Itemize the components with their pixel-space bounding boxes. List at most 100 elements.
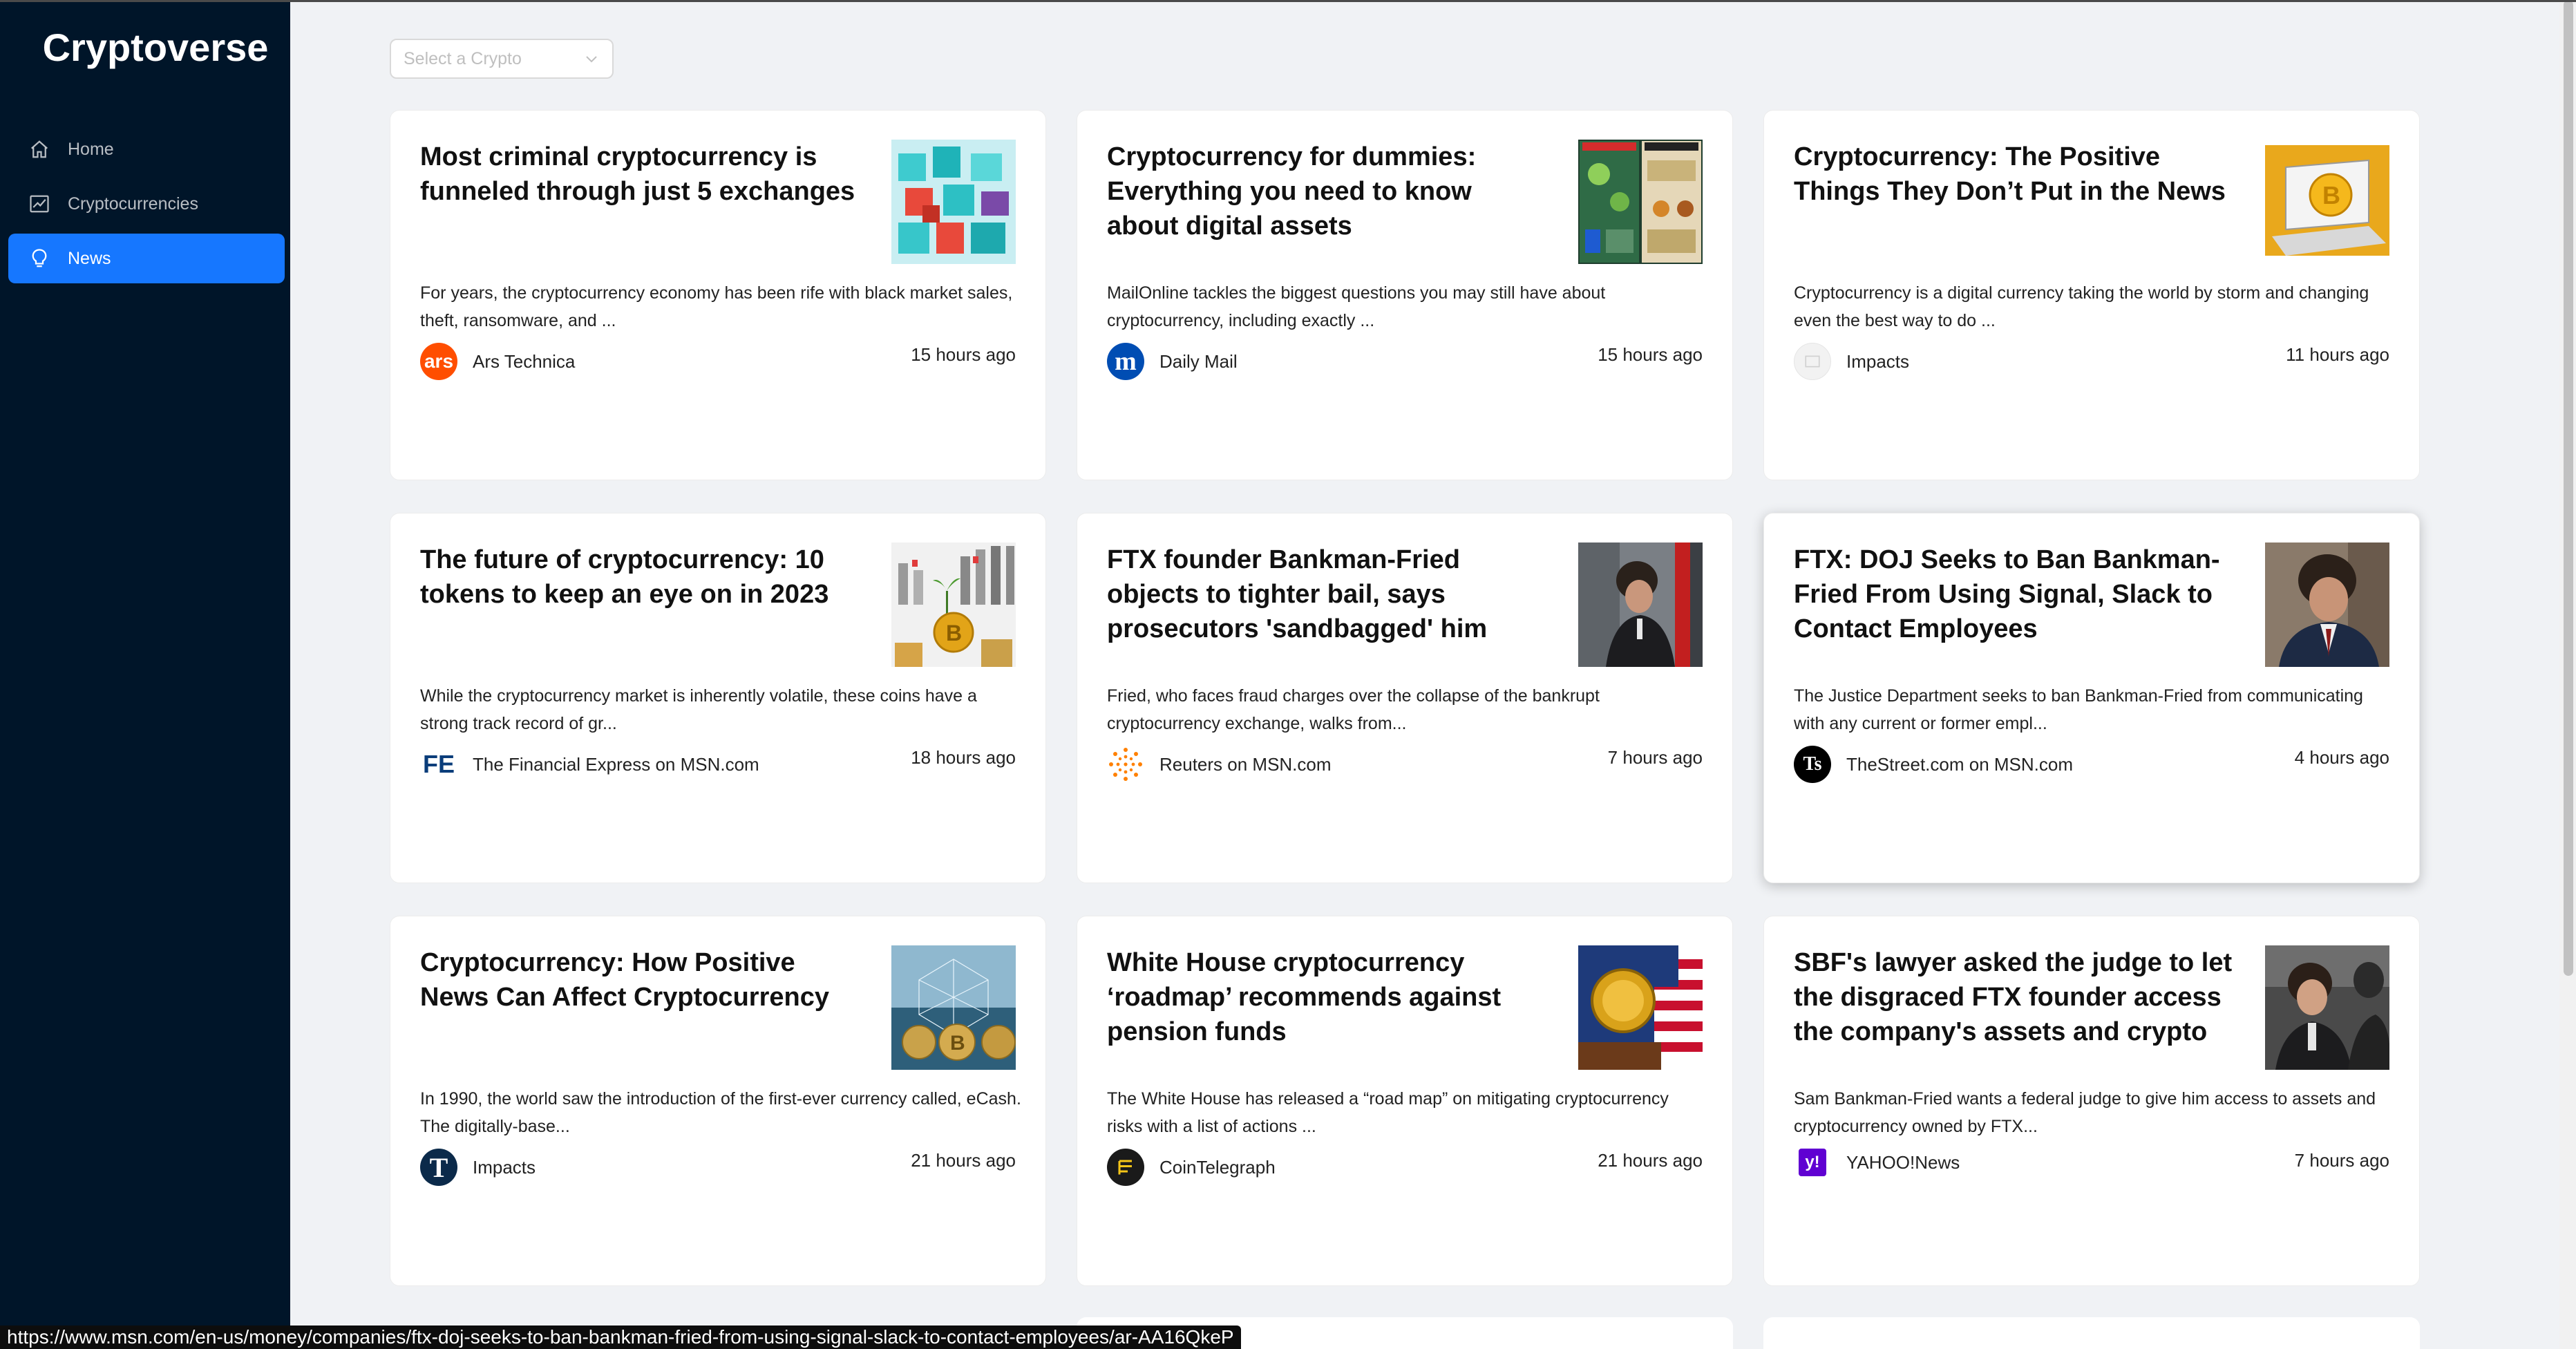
provider-name: Impacts <box>1846 350 1910 372</box>
news-provider: Impacts <box>1794 343 1909 380</box>
sidebar-item-label: News <box>68 248 111 268</box>
sidebar-item-label: Cryptocurrencies <box>68 194 198 214</box>
provider-logo <box>1794 343 1831 380</box>
news-provider: FE The Financial Express on MSN.com <box>420 746 759 783</box>
person-street-image <box>1578 543 1703 667</box>
provider-logo: ars <box>420 343 457 380</box>
cointelegraph-logo-icon <box>1118 1160 1132 1175</box>
news-card-partial[interactable] <box>1763 1317 2420 1349</box>
news-description: For years, the cryptocurrency economy ha… <box>420 283 1013 330</box>
news-title[interactable]: FTX: DOJ Seeks to Ban Bankman-Fried From… <box>1794 543 2236 646</box>
flag-coin-image <box>1578 945 1703 1070</box>
vertical-scrollbar[interactable] <box>2559 0 2576 1349</box>
provider-logo: Ts <box>1794 746 1831 783</box>
news-card[interactable]: Cryptocurrency: The Positive Things They… <box>1763 110 2420 480</box>
provider-logo <box>1107 1149 1144 1186</box>
image-placeholder-icon <box>1805 355 1820 368</box>
app-logo-title[interactable]: Cryptoverse <box>0 25 311 70</box>
chart-icon <box>30 195 49 213</box>
news-description: MailOnline tackles the biggest questions… <box>1107 283 1606 330</box>
crypto-select[interactable]: Select a Crypto <box>390 39 614 79</box>
news-description: The Justice Department seeks to ban Bank… <box>1794 686 2363 733</box>
news-thumbnail <box>2265 945 2389 1070</box>
news-card[interactable]: White House cryptocurrency ‘roadmap’ rec… <box>1077 916 1733 1286</box>
person-suit-image <box>2265 543 2389 667</box>
bulb-icon <box>32 249 47 267</box>
provider-name: Ars Technica <box>473 350 576 372</box>
news-time: 15 hours ago <box>911 344 1016 365</box>
provider-logo: T <box>420 1149 457 1186</box>
news-card[interactable]: Cryptocurrency for dummies: Everything y… <box>1077 110 1733 480</box>
news-title[interactable]: Cryptocurrency: The Positive Things They… <box>1794 140 2236 209</box>
svg-text:B: B <box>950 1032 965 1055</box>
cubes-image <box>891 140 1016 264</box>
provider-name: TheStreet.com on MSN.com <box>1846 753 2073 775</box>
news-time: 18 hours ago <box>911 747 1016 768</box>
news-time: 7 hours ago <box>1607 747 1703 768</box>
crowd-person-image <box>2265 945 2389 1070</box>
svg-text:B: B <box>946 621 962 645</box>
svg-text:B: B <box>2322 181 2340 209</box>
news-card[interactable]: The future of cryptocurrency: 10 tokens … <box>390 513 1046 883</box>
news-title[interactable]: FTX founder Bankman-Fried objects to tig… <box>1107 543 1549 646</box>
news-card[interactable]: FTX founder Bankman-Fried objects to tig… <box>1077 513 1733 883</box>
laptop-bitcoin-image: B <box>2265 140 2389 264</box>
news-thumbnail <box>2265 543 2389 667</box>
sidebar-item-home[interactable]: Home <box>8 124 285 174</box>
news-card[interactable]: Most criminal cryptocurrency is funneled… <box>390 110 1046 480</box>
news-title[interactable]: SBF's lawyer asked the judge to let the … <box>1794 945 2236 1049</box>
home-icon <box>31 140 48 158</box>
reuters-logo-icon <box>1109 748 1142 781</box>
news-provider: m Daily Mail <box>1107 343 1238 380</box>
crypto-select-placeholder: Select a Crypto <box>404 48 522 68</box>
news-card[interactable]: FTX: DOJ Seeks to Ban Bankman-Fried From… <box>1763 513 2420 883</box>
chevron-down-icon <box>586 56 597 63</box>
infographic-image <box>1578 140 1703 264</box>
news-thumbnail: B <box>2265 140 2389 264</box>
provider-name: Reuters on MSN.com <box>1159 753 1332 775</box>
news-thumbnail <box>1578 543 1703 667</box>
news-description: While the cryptocurrency market is inher… <box>420 686 977 733</box>
news-provider: CoinTelegraph <box>1107 1149 1276 1186</box>
news-title[interactable]: White House cryptocurrency ‘roadmap’ rec… <box>1107 945 1549 1049</box>
provider-name: YAHOO!News <box>1846 1151 1960 1173</box>
news-description: Sam Bankman-Fried wants a federal judge … <box>1794 1089 2376 1136</box>
sidebar-menu: Home Cryptocurrencies News <box>8 124 285 288</box>
news-provider: Reuters on MSN.com <box>1107 746 1332 783</box>
news-thumbnail <box>1578 945 1703 1070</box>
news-description: In 1990, the world saw the introduction … <box>420 1089 1021 1136</box>
news-thumbnail <box>891 140 1016 264</box>
news-provider: y! YAHOO!News <box>1794 1149 1960 1176</box>
provider-name: CoinTelegraph <box>1159 1156 1276 1178</box>
provider-name: The Financial Express on MSN.com <box>473 753 759 775</box>
news-thumbnail: B <box>891 543 1016 667</box>
provider-name: Impacts <box>473 1156 536 1178</box>
scrollbar-thumb[interactable] <box>2564 0 2573 976</box>
news-title[interactable]: The future of cryptocurrency: 10 tokens … <box>420 543 862 612</box>
sidebar-item-cryptocurrencies[interactable]: Cryptocurrencies <box>8 179 285 229</box>
sidebar-item-news[interactable]: News <box>8 234 285 283</box>
news-card[interactable]: SBF's lawyer asked the judge to let the … <box>1763 916 2420 1286</box>
news-description: The White House has released a “road map… <box>1107 1089 1669 1136</box>
news-title[interactable]: Cryptocurrency: How Positive News Can Af… <box>420 945 862 1015</box>
provider-logo: FE <box>420 746 457 783</box>
news-time: 15 hours ago <box>1598 344 1703 365</box>
news-thumbnail <box>1578 140 1703 264</box>
news-time: 4 hours ago <box>2294 747 2389 768</box>
news-title[interactable]: Cryptocurrency for dummies: Everything y… <box>1107 140 1549 243</box>
news-provider: ars Ars Technica <box>420 343 575 380</box>
news-title[interactable]: Most criminal cryptocurrency is funneled… <box>420 140 862 209</box>
provider-logo <box>1107 746 1144 783</box>
provider-logo: m <box>1107 343 1144 380</box>
news-card[interactable]: Cryptocurrency: How Positive News Can Af… <box>390 916 1046 1286</box>
window-top-border <box>0 0 2576 2</box>
news-description: Fried, who faces fraud charges over the … <box>1107 686 1600 733</box>
news-provider: Ts TheStreet.com on MSN.com <box>1794 746 2073 783</box>
news-time: 11 hours ago <box>2286 344 2389 365</box>
provider-name: Daily Mail <box>1159 350 1238 372</box>
provider-logo: y! <box>1799 1149 1826 1176</box>
news-time: 21 hours ago <box>1598 1150 1703 1171</box>
bitcoin-network-image: B <box>891 945 1016 1070</box>
news-time: 7 hours ago <box>2294 1150 2389 1171</box>
status-bar-url: https://www.msn.com/en-us/money/companie… <box>0 1326 1241 1349</box>
